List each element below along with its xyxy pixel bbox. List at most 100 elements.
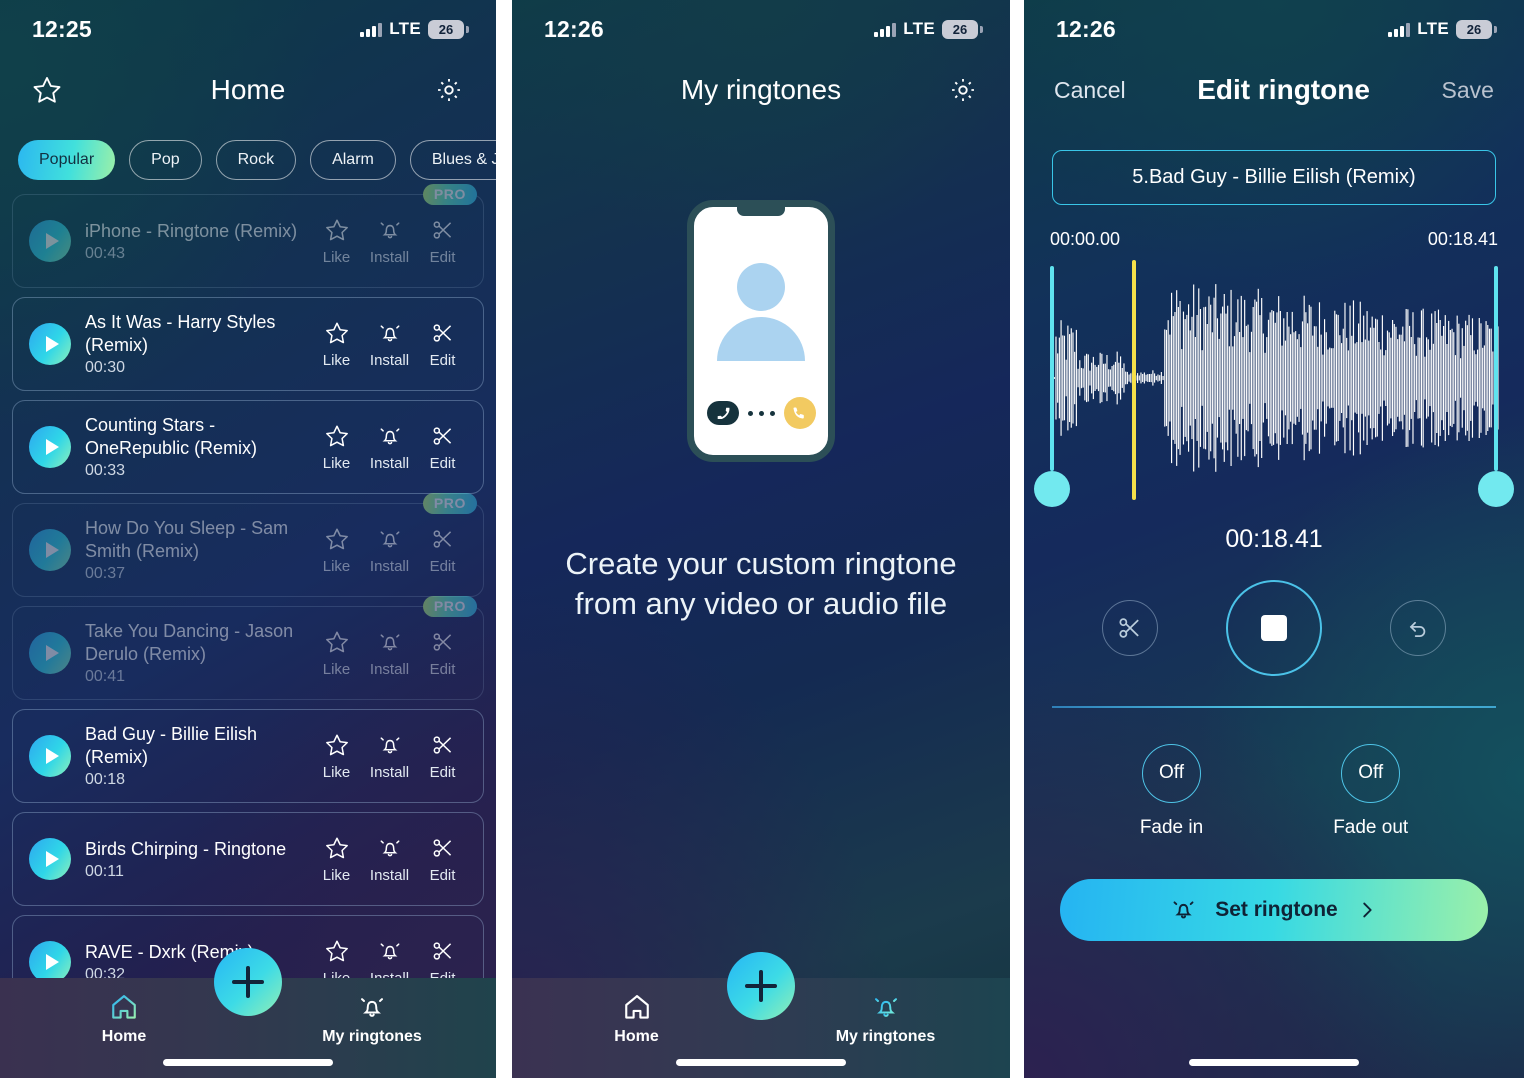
- bell-icon: [874, 998, 897, 1017]
- fade-in-label: Fade in: [1139, 816, 1204, 838]
- gear-icon[interactable]: [432, 73, 466, 107]
- like-button[interactable]: Like: [310, 732, 363, 781]
- edit-button[interactable]: Edit: [416, 835, 469, 884]
- fade-in-toggle[interactable]: Off: [1142, 743, 1201, 803]
- table-row[interactable]: Counting Stars - OneRepublic (Remix) 00:3…: [12, 400, 484, 494]
- signal-bars-icon: [1388, 22, 1411, 37]
- chevron-right-icon: [1363, 902, 1372, 917]
- play-button[interactable]: [29, 838, 71, 880]
- like-button[interactable]: Like: [310, 526, 363, 575]
- battery-level-2: 26: [952, 21, 968, 37]
- install-button[interactable]: Install: [363, 320, 416, 369]
- edit-button[interactable]: Edit: [416, 320, 469, 369]
- fade-controls: Off Fade in Off Fade out: [1024, 743, 1524, 839]
- edit-button[interactable]: Edit: [416, 217, 469, 266]
- add-ringtone-fab[interactable]: [214, 948, 282, 1016]
- tab-label-home-2: Home: [614, 1028, 659, 1045]
- status-bar-3: 12:26 LTE 26: [1024, 0, 1524, 58]
- panel-gap-2: [1010, 0, 1024, 1078]
- like-label: Like: [322, 557, 351, 575]
- battery-level-3: 26: [1466, 21, 1482, 37]
- play-button[interactable]: [29, 632, 71, 674]
- chip-alarm[interactable]: Alarm: [310, 140, 396, 180]
- fade-out-toggle[interactable]: Off: [1341, 743, 1401, 803]
- install-button[interactable]: Install: [363, 217, 416, 266]
- sidebar-item-my-ringtones[interactable]: My ringtones: [761, 992, 1010, 1046]
- play-button[interactable]: [29, 529, 71, 571]
- track-name-field[interactable]: 5.Bad Guy - Billie Eilish (Remix): [1052, 150, 1496, 205]
- current-time: 00:18.41: [1225, 525, 1323, 553]
- undo-icon: [1409, 621, 1426, 638]
- selection-start-handle[interactable]: [1034, 471, 1070, 507]
- edit-button[interactable]: Edit: [416, 732, 469, 781]
- waveform-graphic: [1052, 284, 1499, 472]
- battery-icon-3: 26: [1456, 19, 1497, 39]
- table-row[interactable]: Bad Guy - Billie Eilish (Remix) 00:18 Like…: [12, 709, 484, 803]
- waveform-canvas[interactable]: [1024, 256, 1524, 507]
- table-row[interactable]: PRO iPhone - Ringtone (Remix) 00:43 Like Ins…: [12, 184, 484, 288]
- play-button[interactable]: [29, 323, 71, 365]
- install-button[interactable]: Install: [363, 835, 416, 884]
- sidebar-item-home[interactable]: Home: [512, 992, 761, 1046]
- install-button[interactable]: Install: [363, 732, 416, 781]
- bell-icon: [361, 998, 383, 1017]
- edit-button[interactable]: Edit: [416, 629, 469, 678]
- table-row[interactable]: As It Was - Harry Styles (Remix) 00:30 Lik…: [12, 297, 484, 391]
- waveform-editor: 00:00.00 00:18.41: [1024, 229, 1524, 519]
- chip-rock[interactable]: Rock: [215, 140, 297, 180]
- edit-button[interactable]: Edit: [416, 526, 469, 575]
- pro-badge: PRO: [422, 184, 477, 205]
- like-button[interactable]: Like: [310, 320, 363, 369]
- accept-call-icon: [783, 397, 816, 429]
- sidebar-item-home[interactable]: Home: [0, 992, 248, 1046]
- sidebar-item-my-ringtones[interactable]: My ringtones: [248, 992, 496, 1046]
- cancel-button[interactable]: Cancel: [1054, 77, 1126, 104]
- edit-navbar: Cancel Edit ringtone Save: [1024, 58, 1524, 122]
- stop-button[interactable]: [1226, 580, 1322, 676]
- chip-popular[interactable]: Popular: [18, 140, 116, 180]
- edit-label: Edit: [429, 351, 456, 369]
- gear-icon[interactable]: [946, 73, 980, 107]
- home-indicator: [163, 1059, 333, 1066]
- like-button[interactable]: Like: [310, 217, 363, 266]
- play-button[interactable]: [29, 426, 71, 468]
- decline-call-icon: [706, 401, 739, 425]
- table-row[interactable]: PRO How Do You Sleep - Sam Smith (Remix) 0…: [12, 493, 484, 597]
- install-button[interactable]: Install: [363, 526, 416, 575]
- like-button[interactable]: Like: [310, 423, 363, 472]
- play-button[interactable]: [29, 941, 71, 983]
- install-label: Install: [369, 557, 410, 575]
- undo-button[interactable]: [1390, 600, 1446, 656]
- set-ringtone-button[interactable]: Set ringtone: [1060, 878, 1488, 941]
- play-button[interactable]: [29, 735, 71, 777]
- ringtone-duration: 00:18: [85, 771, 126, 788]
- empty-text-line-2: from any video or audio file: [574, 586, 948, 621]
- ringtone-info: How Do You Sleep - Sam Smith (Remix) 00:3…: [85, 517, 310, 583]
- edit-button[interactable]: Edit: [416, 423, 469, 472]
- play-button[interactable]: [29, 220, 71, 262]
- chip-blues-jazz[interactable]: Blues & Ja: [409, 140, 496, 180]
- three-panel-screenshot: 12:25 LTE 26 Home Popular Pop Rock Alarm…: [0, 0, 1524, 1078]
- star-icon[interactable]: [30, 73, 64, 107]
- edit-ringtone-screen: 12:26 LTE 26 Cancel Edit ringtone Save 5…: [1024, 0, 1524, 1078]
- add-ringtone-fab-2[interactable]: [727, 952, 795, 1020]
- trim-button[interactable]: [1102, 600, 1158, 656]
- like-label: Like: [322, 248, 351, 266]
- ringtone-info: Bad Guy - Billie Eilish (Remix) 00:18: [85, 723, 310, 789]
- table-row[interactable]: Birds Chirping - Ringtone 00:11 Like Instal…: [12, 812, 484, 906]
- install-label: Install: [369, 351, 410, 369]
- install-button[interactable]: Install: [363, 629, 416, 678]
- row-actions: Like Install Edit: [310, 217, 469, 266]
- ringtone-duration: 00:43: [85, 244, 126, 262]
- like-button[interactable]: Like: [310, 629, 363, 678]
- waveform-end-time: 00:18.41: [1427, 229, 1498, 249]
- save-button[interactable]: Save: [1442, 77, 1494, 104]
- ringtone-title: Bad Guy - Billie Eilish (Remix): [85, 724, 258, 767]
- like-button[interactable]: Like: [310, 835, 363, 884]
- playhead[interactable]: [1132, 260, 1136, 500]
- chip-pop[interactable]: Pop: [129, 140, 202, 180]
- install-button[interactable]: Install: [363, 423, 416, 472]
- selection-end-handle[interactable]: [1478, 471, 1514, 507]
- table-row[interactable]: PRO Take You Dancing - Jason Derulo (Remi…: [12, 596, 484, 700]
- like-label: Like: [322, 866, 351, 884]
